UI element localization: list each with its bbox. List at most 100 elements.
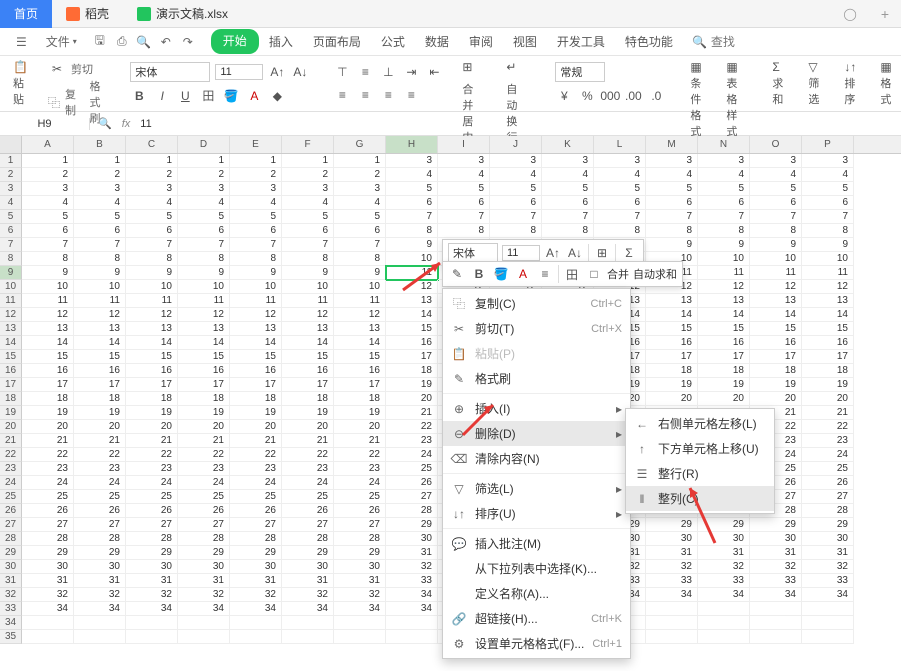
cell[interactable]: [22, 616, 74, 630]
cell[interactable]: 34: [698, 588, 750, 602]
cell[interactable]: 4: [490, 168, 542, 182]
col-header-K[interactable]: K: [542, 136, 594, 153]
fx-label[interactable]: fx: [122, 118, 131, 130]
file-menu[interactable]: 文件 ▾: [38, 30, 85, 53]
ctx-delete[interactable]: ⊖删除(D)▸: [443, 421, 630, 446]
cell[interactable]: 7: [646, 210, 698, 224]
col-header-G[interactable]: G: [334, 136, 386, 153]
cell[interactable]: 3: [178, 182, 230, 196]
cell[interactable]: 15: [334, 350, 386, 364]
outdent-icon[interactable]: ⇤: [425, 63, 443, 81]
cell[interactable]: 15: [750, 322, 802, 336]
cell[interactable]: 7: [750, 210, 802, 224]
mini-align-icon[interactable]: ≡: [536, 265, 554, 283]
cell[interactable]: [178, 630, 230, 644]
align-right-icon[interactable]: ≡: [379, 86, 397, 104]
cell[interactable]: 32: [646, 560, 698, 574]
cell[interactable]: 6: [126, 224, 178, 238]
row-header-5[interactable]: 5: [0, 210, 22, 224]
cell[interactable]: 34: [282, 602, 334, 616]
cell[interactable]: 33: [802, 574, 854, 588]
cell[interactable]: [750, 616, 802, 630]
cell[interactable]: 18: [74, 392, 126, 406]
cell[interactable]: 4: [438, 168, 490, 182]
cell[interactable]: 10: [386, 252, 438, 266]
cell[interactable]: 28: [282, 532, 334, 546]
cell[interactable]: 2: [22, 168, 74, 182]
cell[interactable]: 27: [22, 518, 74, 532]
cell[interactable]: [750, 602, 802, 616]
cell[interactable]: 19: [334, 406, 386, 420]
cell[interactable]: 22: [386, 420, 438, 434]
cell[interactable]: 7: [22, 238, 74, 252]
cell[interactable]: 5: [334, 210, 386, 224]
cell[interactable]: 15: [74, 350, 126, 364]
cell[interactable]: 9: [74, 266, 126, 280]
cell[interactable]: 15: [126, 350, 178, 364]
cell[interactable]: 18: [698, 364, 750, 378]
mini-merge-label[interactable]: 合并: [607, 266, 629, 282]
cell[interactable]: 18: [334, 392, 386, 406]
cell[interactable]: 13: [386, 294, 438, 308]
cell[interactable]: 8: [178, 252, 230, 266]
cell[interactable]: 27: [282, 518, 334, 532]
cond-format-button[interactable]: ▦条件格式: [685, 60, 715, 107]
cell[interactable]: 19: [386, 378, 438, 392]
cell[interactable]: [230, 630, 282, 644]
cell[interactable]: 32: [282, 588, 334, 602]
cell[interactable]: 14: [22, 336, 74, 350]
cell[interactable]: 1: [334, 154, 386, 168]
cell[interactable]: 24: [22, 476, 74, 490]
cell[interactable]: 9: [386, 238, 438, 252]
cell[interactable]: 33: [386, 574, 438, 588]
cell[interactable]: [698, 616, 750, 630]
cell[interactable]: 12: [230, 308, 282, 322]
cell[interactable]: 15: [230, 350, 282, 364]
cell[interactable]: 23: [126, 462, 178, 476]
mini-bold-icon[interactable]: B: [470, 265, 488, 283]
cell[interactable]: 16: [178, 364, 230, 378]
cell[interactable]: 7: [438, 210, 490, 224]
cell[interactable]: [646, 602, 698, 616]
cell[interactable]: 21: [230, 434, 282, 448]
align-left-icon[interactable]: ≡: [333, 86, 351, 104]
row-header-30[interactable]: 30: [0, 560, 22, 574]
cell[interactable]: 4: [646, 168, 698, 182]
cell[interactable]: 18: [802, 364, 854, 378]
cell[interactable]: [802, 630, 854, 644]
cell[interactable]: 21: [22, 434, 74, 448]
indent-icon[interactable]: ⇥: [402, 63, 420, 81]
cell[interactable]: 29: [282, 546, 334, 560]
cell[interactable]: 24: [334, 476, 386, 490]
row-header-20[interactable]: 20: [0, 420, 22, 434]
merge-center-button[interactable]: ⊞合并居中: [457, 60, 487, 145]
cell[interactable]: 11: [386, 266, 438, 280]
cell[interactable]: 5: [594, 182, 646, 196]
cell[interactable]: 4: [750, 168, 802, 182]
cell[interactable]: 29: [334, 546, 386, 560]
cell[interactable]: 32: [230, 588, 282, 602]
tab-home[interactable]: 首页: [0, 0, 52, 28]
cell[interactable]: 31: [230, 574, 282, 588]
cell[interactable]: 33: [646, 574, 698, 588]
cell[interactable]: 32: [386, 560, 438, 574]
cell[interactable]: 29: [126, 546, 178, 560]
tab-data[interactable]: 数据: [415, 29, 459, 54]
cell[interactable]: 12: [750, 280, 802, 294]
cell[interactable]: 8: [594, 224, 646, 238]
paste-button[interactable]: 📋 粘贴: [8, 60, 38, 107]
cell[interactable]: 8: [334, 252, 386, 266]
cell[interactable]: 14: [230, 336, 282, 350]
cell[interactable]: 11: [126, 294, 178, 308]
ctx-hyperlink[interactable]: 🔗超链接(H)...Ctrl+K: [443, 606, 630, 631]
row-header-6[interactable]: 6: [0, 224, 22, 238]
row-header-7[interactable]: 7: [0, 238, 22, 252]
cell[interactable]: 28: [126, 532, 178, 546]
cell[interactable]: 7: [594, 210, 646, 224]
cell[interactable]: 26: [126, 504, 178, 518]
col-header-D[interactable]: D: [178, 136, 230, 153]
cell[interactable]: 12: [178, 308, 230, 322]
cell[interactable]: 6: [802, 196, 854, 210]
mini-merge-icon[interactable]: ⊞: [593, 244, 611, 262]
cell[interactable]: [74, 616, 126, 630]
